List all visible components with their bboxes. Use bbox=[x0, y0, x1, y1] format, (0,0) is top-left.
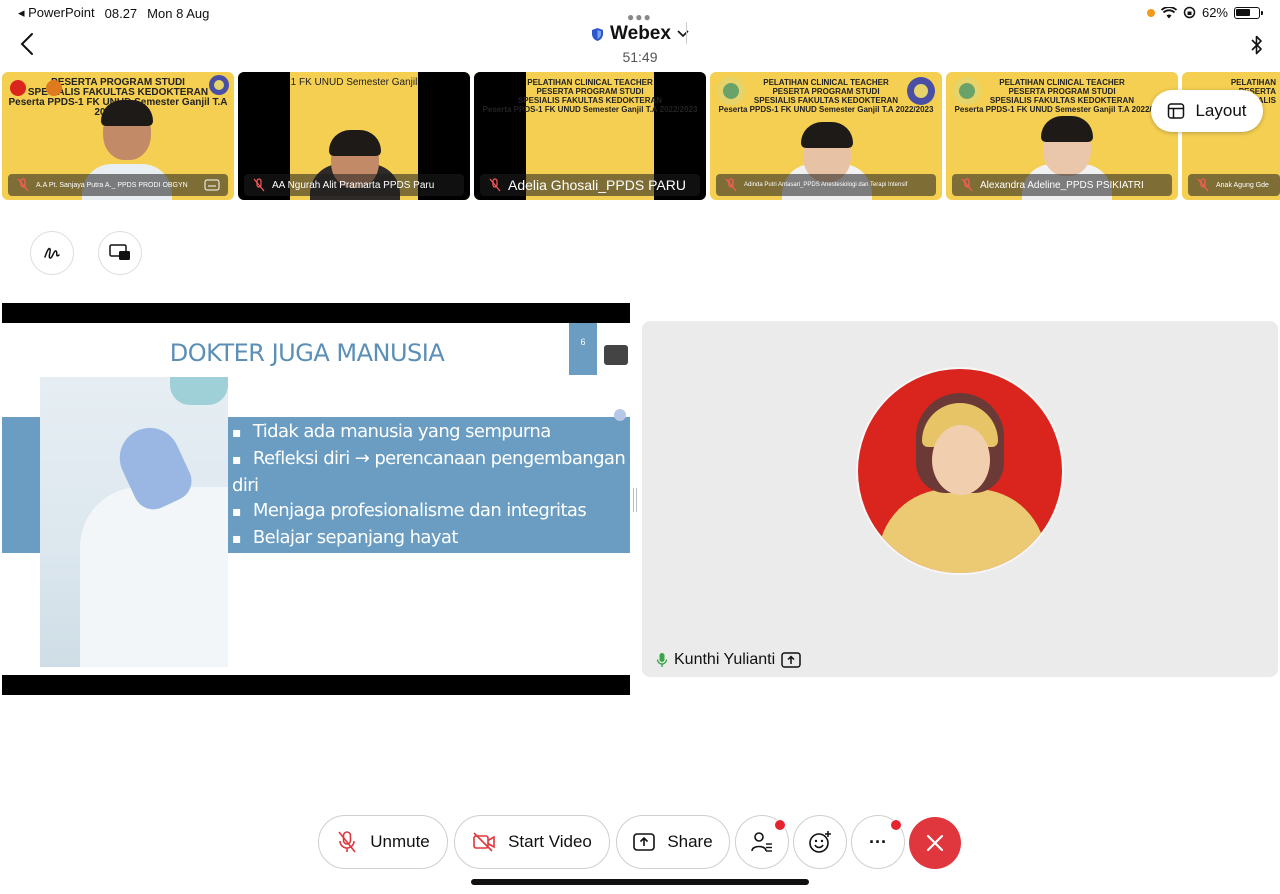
battery-icon bbox=[1234, 6, 1263, 19]
more-dots-icon: ··· bbox=[869, 831, 887, 852]
muted-mic-icon bbox=[961, 178, 973, 192]
tile-banner-text: PELATIHAN CLINICAL TEACHER PESERTA PROGRA… bbox=[482, 78, 698, 114]
participant-name: Alexandra Adeline_PPDS PSIKIATRI bbox=[980, 179, 1144, 191]
meeting-header: Webex 51:49 bbox=[540, 20, 740, 65]
participant-tile[interactable]: PELATIHAN CLINICAL TEACHER PESERTA PROGRA… bbox=[946, 72, 1178, 200]
muted-mic-icon bbox=[17, 178, 29, 192]
share-button[interactable]: Share bbox=[616, 815, 730, 869]
caption-icon bbox=[204, 179, 220, 191]
home-indicator[interactable] bbox=[471, 879, 809, 885]
meeting-timer: 51:49 bbox=[622, 49, 658, 65]
slide-bullet: Tidak pelit ilmu bbox=[232, 552, 630, 579]
participant-name-chip: Adelia Ghosali_PPDS PARU bbox=[480, 174, 700, 196]
participant-tile[interactable]: PELATIHAN CLINICAL TEACHER PESERTA PROGRA… bbox=[474, 72, 706, 200]
slide-bullet: Refleksi diri → perencanaan pengembangan… bbox=[232, 446, 630, 498]
alert-icon bbox=[46, 80, 62, 96]
close-icon bbox=[926, 834, 944, 852]
participant-name: AA Ngurah Alit Pramarta PPDS Paru bbox=[272, 179, 435, 191]
sharing-icon bbox=[781, 652, 801, 668]
squiggle-pen-icon bbox=[44, 247, 60, 259]
participant-tile[interactable]: 1 FK UNUD Semester Ganjil AA Ngurah Alit… bbox=[238, 72, 470, 200]
participant-name: Anak Agung Gde bbox=[1216, 181, 1269, 189]
start-video-button[interactable]: Start Video bbox=[454, 815, 610, 869]
layout-button[interactable]: Layout bbox=[1151, 90, 1263, 132]
participant-name-chip: Anak Agung Gde bbox=[1188, 174, 1280, 196]
participant-strip[interactable]: PESERTA PROGRAM STUDI SPESIALIS FAKULTAS … bbox=[0, 72, 1280, 202]
content-view-button[interactable] bbox=[98, 231, 142, 275]
mic-in-use-indicator bbox=[1146, 8, 1155, 17]
more-options-button[interactable]: ··· bbox=[851, 815, 905, 869]
shared-content[interactable]: DOKTER JUGA MANUSIA 6 Tidak ada manusia … bbox=[2, 303, 630, 695]
chevron-down-icon bbox=[677, 30, 689, 38]
start-video-label: Start Video bbox=[508, 832, 592, 851]
notification-badge bbox=[774, 819, 786, 831]
slide-title: DOKTER JUGA MANUSIA bbox=[169, 339, 445, 367]
notification-badge bbox=[890, 819, 902, 831]
shield-icon bbox=[592, 27, 604, 41]
muted-mic-icon bbox=[489, 178, 501, 192]
muted-mic-icon bbox=[253, 178, 265, 192]
wifi-icon bbox=[1160, 6, 1177, 18]
reactions-button[interactable] bbox=[793, 815, 847, 869]
participant-name: A.A Pt. Sanjaya Putra A._ PPDS PRODI OBG… bbox=[36, 181, 188, 189]
meeting-controls: Unmute Start Video Share ··· bbox=[0, 815, 1280, 871]
header-divider bbox=[686, 22, 687, 44]
split-resize-handle[interactable] bbox=[633, 488, 637, 512]
participants-icon bbox=[751, 832, 772, 852]
speaker-avatar bbox=[856, 367, 1064, 575]
recording-icon bbox=[10, 80, 26, 96]
participant-name-chip: AA Ngurah Alit Pramarta PPDS Paru bbox=[244, 174, 464, 196]
speaker-name-label: Kunthi Yulianti bbox=[656, 651, 801, 669]
mic-icon bbox=[656, 653, 668, 667]
speaker-name: Kunthi Yulianti bbox=[674, 651, 776, 668]
video-off-icon bbox=[473, 832, 495, 852]
participant-tile[interactable]: PESERTA PROGRAM STUDI SPESIALIS FAKULTAS … bbox=[2, 72, 234, 200]
slide-bullet: Menjaga profesionalisme dan integritas bbox=[232, 498, 630, 525]
participant-tile[interactable]: PELATIHAN CLINICAL TEACHER PESERTA PROGRA… bbox=[710, 72, 942, 200]
university-logo-icon bbox=[209, 75, 229, 95]
presentation-slide: DOKTER JUGA MANUSIA 6 Tidak ada manusia … bbox=[2, 323, 630, 675]
orientation-lock-icon bbox=[1183, 6, 1196, 19]
screen-share-view-icon bbox=[109, 244, 130, 260]
bluetooth-icon[interactable] bbox=[1250, 34, 1264, 56]
battery-percent: 62% bbox=[1201, 5, 1228, 20]
participant-name: Adinda Putri Antasari_PPDS Anestesiologi… bbox=[744, 182, 908, 188]
emoji-add-icon bbox=[809, 831, 831, 853]
app-title: Webex bbox=[610, 23, 671, 44]
back-chevron-icon[interactable] bbox=[16, 30, 40, 58]
slide-doctor-photo bbox=[40, 377, 228, 667]
share-screen-icon bbox=[633, 833, 656, 851]
slide-bullet: Tidak ada manusia yang sempurna bbox=[232, 419, 630, 446]
status-time: 08.27 bbox=[104, 5, 138, 21]
layout-icon bbox=[1168, 103, 1185, 119]
share-label: Share bbox=[667, 832, 713, 851]
muted-mic-icon bbox=[338, 831, 356, 853]
unmute-button[interactable]: Unmute bbox=[318, 815, 448, 869]
participants-button[interactable] bbox=[735, 815, 789, 869]
webex-share-icon bbox=[604, 345, 628, 365]
annotate-button[interactable] bbox=[30, 231, 74, 275]
participant-name-chip: Alexandra Adeline_PPDS PSIKIATRI bbox=[952, 174, 1172, 196]
unmute-label: Unmute bbox=[370, 832, 430, 851]
participant-name-chip: A.A Pt. Sanjaya Putra A._ PPDS PRODI OBG… bbox=[8, 174, 228, 196]
check-icon bbox=[614, 409, 626, 421]
status-date: Mon 8 Aug bbox=[147, 5, 210, 21]
muted-mic-icon bbox=[725, 178, 737, 192]
app-title-dropdown[interactable]: Webex bbox=[540, 23, 740, 45]
end-call-button[interactable] bbox=[909, 817, 961, 869]
participant-name: Adelia Ghosali_PPDS PARU bbox=[508, 177, 686, 193]
slide-bullet: Belajar sepanjang hayat bbox=[232, 525, 630, 552]
participant-name-chip: Adinda Putri Antasari_PPDS Anestesiologi… bbox=[716, 174, 936, 196]
slide-page-number: 6 bbox=[569, 323, 597, 375]
back-to-app-link[interactable]: ◂ PowerPoint bbox=[18, 5, 95, 21]
slide-bullet-list: Tidak ada manusia yang sempurna Refleksi… bbox=[232, 419, 630, 579]
active-speaker-panel[interactable]: Kunthi Yulianti bbox=[642, 321, 1278, 677]
muted-mic-icon bbox=[1197, 178, 1209, 192]
layout-label: Layout bbox=[1195, 101, 1247, 120]
